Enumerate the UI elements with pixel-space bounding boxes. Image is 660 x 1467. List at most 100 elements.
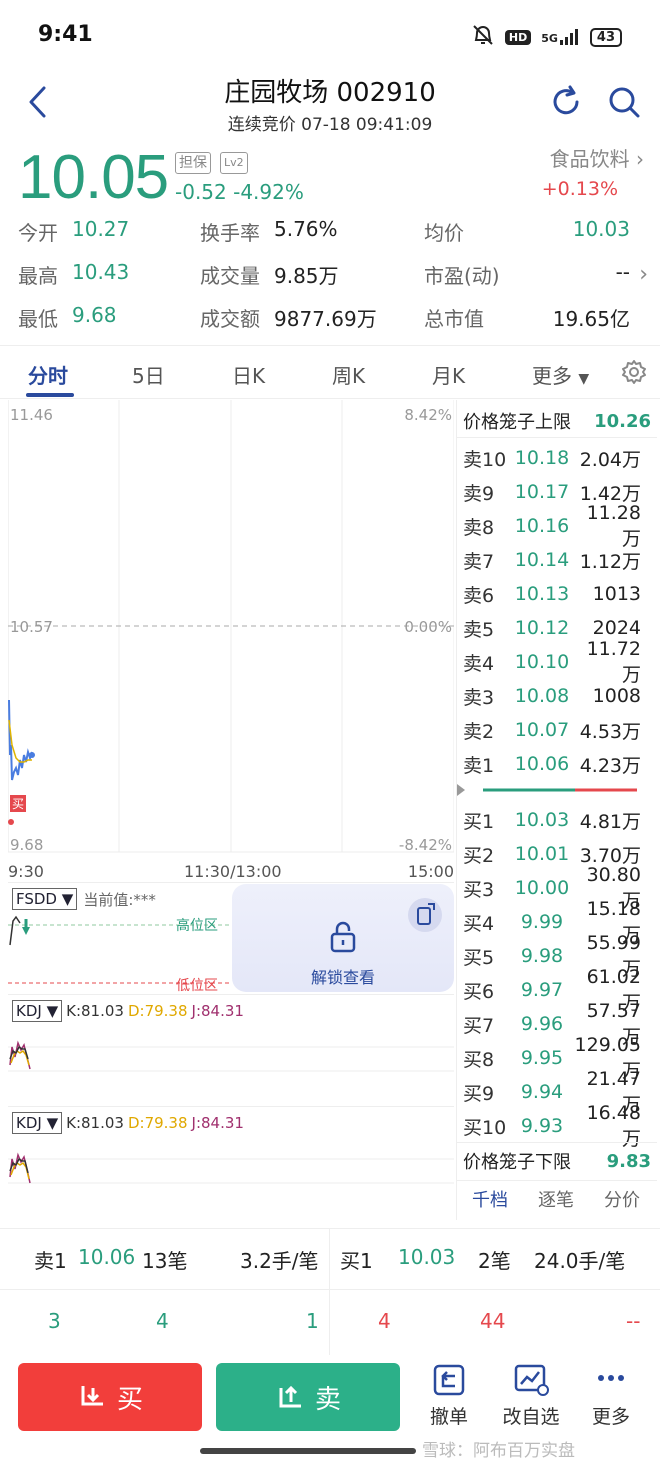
- quote-label: 换手率: [200, 220, 260, 245]
- sell-label: 卖: [314, 1384, 341, 1415]
- level2-tag: Lv2: [220, 152, 248, 174]
- order-book: 价格笼子上限 10.26 卖10 10.18 2.04万 卖9 10.17 1.42万 卖8…: [456, 400, 657, 1220]
- tab-weekly-k[interactable]: 周K: [332, 360, 365, 389]
- chevron-right-icon: ›: [636, 147, 644, 171]
- ask-volume: 4.53万: [579, 720, 641, 743]
- home-indicator[interactable]: [200, 1448, 416, 1454]
- rotate-screen-button[interactable]: [408, 898, 442, 932]
- quote-cell: 最高 10.43: [18, 260, 200, 289]
- bid-price: 9.98: [520, 945, 564, 967]
- bid-price: 10.01: [514, 843, 570, 865]
- quote-value: 9877.69万: [274, 306, 377, 331]
- bid-row[interactable]: 买10 9.93 16.48万: [463, 1102, 643, 1150]
- ask-volume: 1.12万: [579, 550, 641, 573]
- quote-row: 最低 9.68 成交额 9877.69万 总市值 19.65亿: [18, 297, 630, 337]
- ask-row[interactable]: 卖8 10.16 11.28万: [463, 502, 643, 550]
- quote-cell: 成交量 9.85万: [200, 260, 424, 289]
- bid-label: 买7: [463, 1014, 495, 1037]
- ask-volume: 1008: [592, 685, 641, 707]
- tab-price-distribution[interactable]: 分价: [589, 1186, 655, 1212]
- tab-depth[interactable]: 千档: [457, 1186, 523, 1212]
- ask-label: 卖5: [463, 618, 495, 641]
- book-tabs: 千档 逐笔 分价: [457, 1180, 657, 1216]
- sell-button[interactable]: 卖: [216, 1363, 400, 1431]
- quote-label: 成交额: [200, 306, 260, 331]
- lower-limit-value: 9.83: [606, 1150, 651, 1172]
- buy-button[interactable]: 买: [18, 1363, 202, 1431]
- watermark: 雪球：阿布百万实盘: [422, 1441, 575, 1461]
- sector-name: 食品饮料: [549, 147, 630, 171]
- book-divider: [457, 782, 657, 802]
- tab-more[interactable]: 更多 ▼: [532, 360, 589, 389]
- refresh-icon: [553, 85, 579, 115]
- ask-row[interactable]: 卖1 10.06 4.23万: [463, 747, 643, 781]
- ask-price: 10.10: [514, 651, 570, 673]
- quote-value: --: [615, 259, 630, 284]
- edit-watchlist-label: 改自选: [502, 1406, 560, 1428]
- ask-row[interactable]: 卖7 10.14 1.12万: [463, 543, 643, 577]
- bid-label: 买2: [463, 844, 495, 867]
- edit-watchlist-button[interactable]: 改自选: [496, 1362, 566, 1429]
- bid-price: 9.99: [520, 911, 564, 933]
- ask-price: 10.08: [514, 685, 570, 707]
- mute-icon: [471, 24, 495, 50]
- bid-price: 9.95: [520, 1047, 564, 1069]
- tab-daily-k[interactable]: 日K: [232, 360, 265, 389]
- price-change: -0.52 -4.92%: [175, 180, 304, 204]
- bid-row[interactable]: 买1 10.03 4.81万: [463, 803, 643, 837]
- ask-row[interactable]: 卖3 10.08 1008: [463, 679, 643, 713]
- y-axis-mid: 10.57: [10, 618, 53, 636]
- bid-price: 10.03: [514, 809, 570, 831]
- quote-label: 最低: [18, 306, 58, 331]
- sector-link[interactable]: 食品饮料 ›: [550, 143, 644, 172]
- chevron-right-icon[interactable]: ›: [639, 262, 648, 287]
- quote-value: 5.76%: [274, 216, 338, 241]
- hd-badge: HD: [504, 29, 532, 45]
- cancel-order-button[interactable]: 撤单: [414, 1362, 484, 1429]
- quote-cell: 总市值 19.65亿: [424, 303, 630, 332]
- quote-value: 10.27: [72, 216, 130, 241]
- buy-marker: 买: [10, 795, 27, 812]
- bid-price: 9.93: [520, 1115, 564, 1137]
- battery-indicator: 43: [589, 27, 622, 47]
- more-dots-icon: [598, 1375, 624, 1381]
- sector-change: +0.13%: [541, 178, 618, 200]
- bid-volume: 16.48万: [586, 1101, 641, 1150]
- ask-row[interactable]: 卖10 10.18 2.04万: [463, 441, 643, 475]
- tab-tick-by-tick[interactable]: 逐笔: [523, 1186, 589, 1212]
- ask-row[interactable]: 卖6 10.13 1013: [463, 577, 643, 611]
- ask-price: 10.07: [514, 719, 570, 741]
- unlock-card[interactable]: 解锁查看: [232, 884, 454, 992]
- quote-label: 最高: [18, 263, 58, 288]
- tab-monthly-k[interactable]: 月K: [432, 360, 465, 389]
- quote-label: 总市值: [424, 306, 484, 331]
- quote-value: 19.65亿: [552, 306, 630, 331]
- time-mid: 11:30/13:00: [184, 862, 282, 881]
- buy1-avg: 24.0手/笔: [534, 1249, 626, 1273]
- intraday-chart[interactable]: 11.46 10.57 9.68 8.42% 0.00% -8.42% 买: [7, 400, 455, 860]
- more-button[interactable]: 更多: [576, 1362, 646, 1429]
- status-time: 9:41: [38, 22, 93, 47]
- sell1-label: 卖1: [34, 1249, 67, 1273]
- refresh-button[interactable]: [548, 84, 584, 120]
- bid-label: 买4: [463, 912, 495, 935]
- search-button[interactable]: [606, 84, 642, 120]
- edit-watchlist-icon: [514, 1364, 549, 1396]
- quote-cell: 最低 9.68: [18, 303, 200, 332]
- buy-queue-1: 4: [378, 1309, 391, 1333]
- ask-label: 卖9: [463, 482, 495, 505]
- buy1-label: 买1: [340, 1249, 373, 1273]
- settings-button[interactable]: [620, 358, 648, 391]
- current-price: 10.05: [18, 143, 169, 212]
- lock-icon: [330, 921, 356, 953]
- tab-5day[interactable]: 5日: [132, 360, 165, 389]
- ask-label: 卖8: [463, 516, 495, 539]
- tab-intraday[interactable]: 分时: [28, 360, 68, 389]
- ask-row[interactable]: 卖2 10.07 4.53万: [463, 713, 643, 747]
- tab-more-label: 更多: [532, 364, 572, 388]
- upper-limit-label: 价格笼子上限: [463, 412, 571, 433]
- ask-price: 10.13: [514, 583, 570, 605]
- quote-cell: 换手率 5.76%: [200, 217, 424, 246]
- ask-row[interactable]: 卖4 10.10 11.72万: [463, 638, 643, 686]
- quote-value: 9.85万: [274, 263, 339, 288]
